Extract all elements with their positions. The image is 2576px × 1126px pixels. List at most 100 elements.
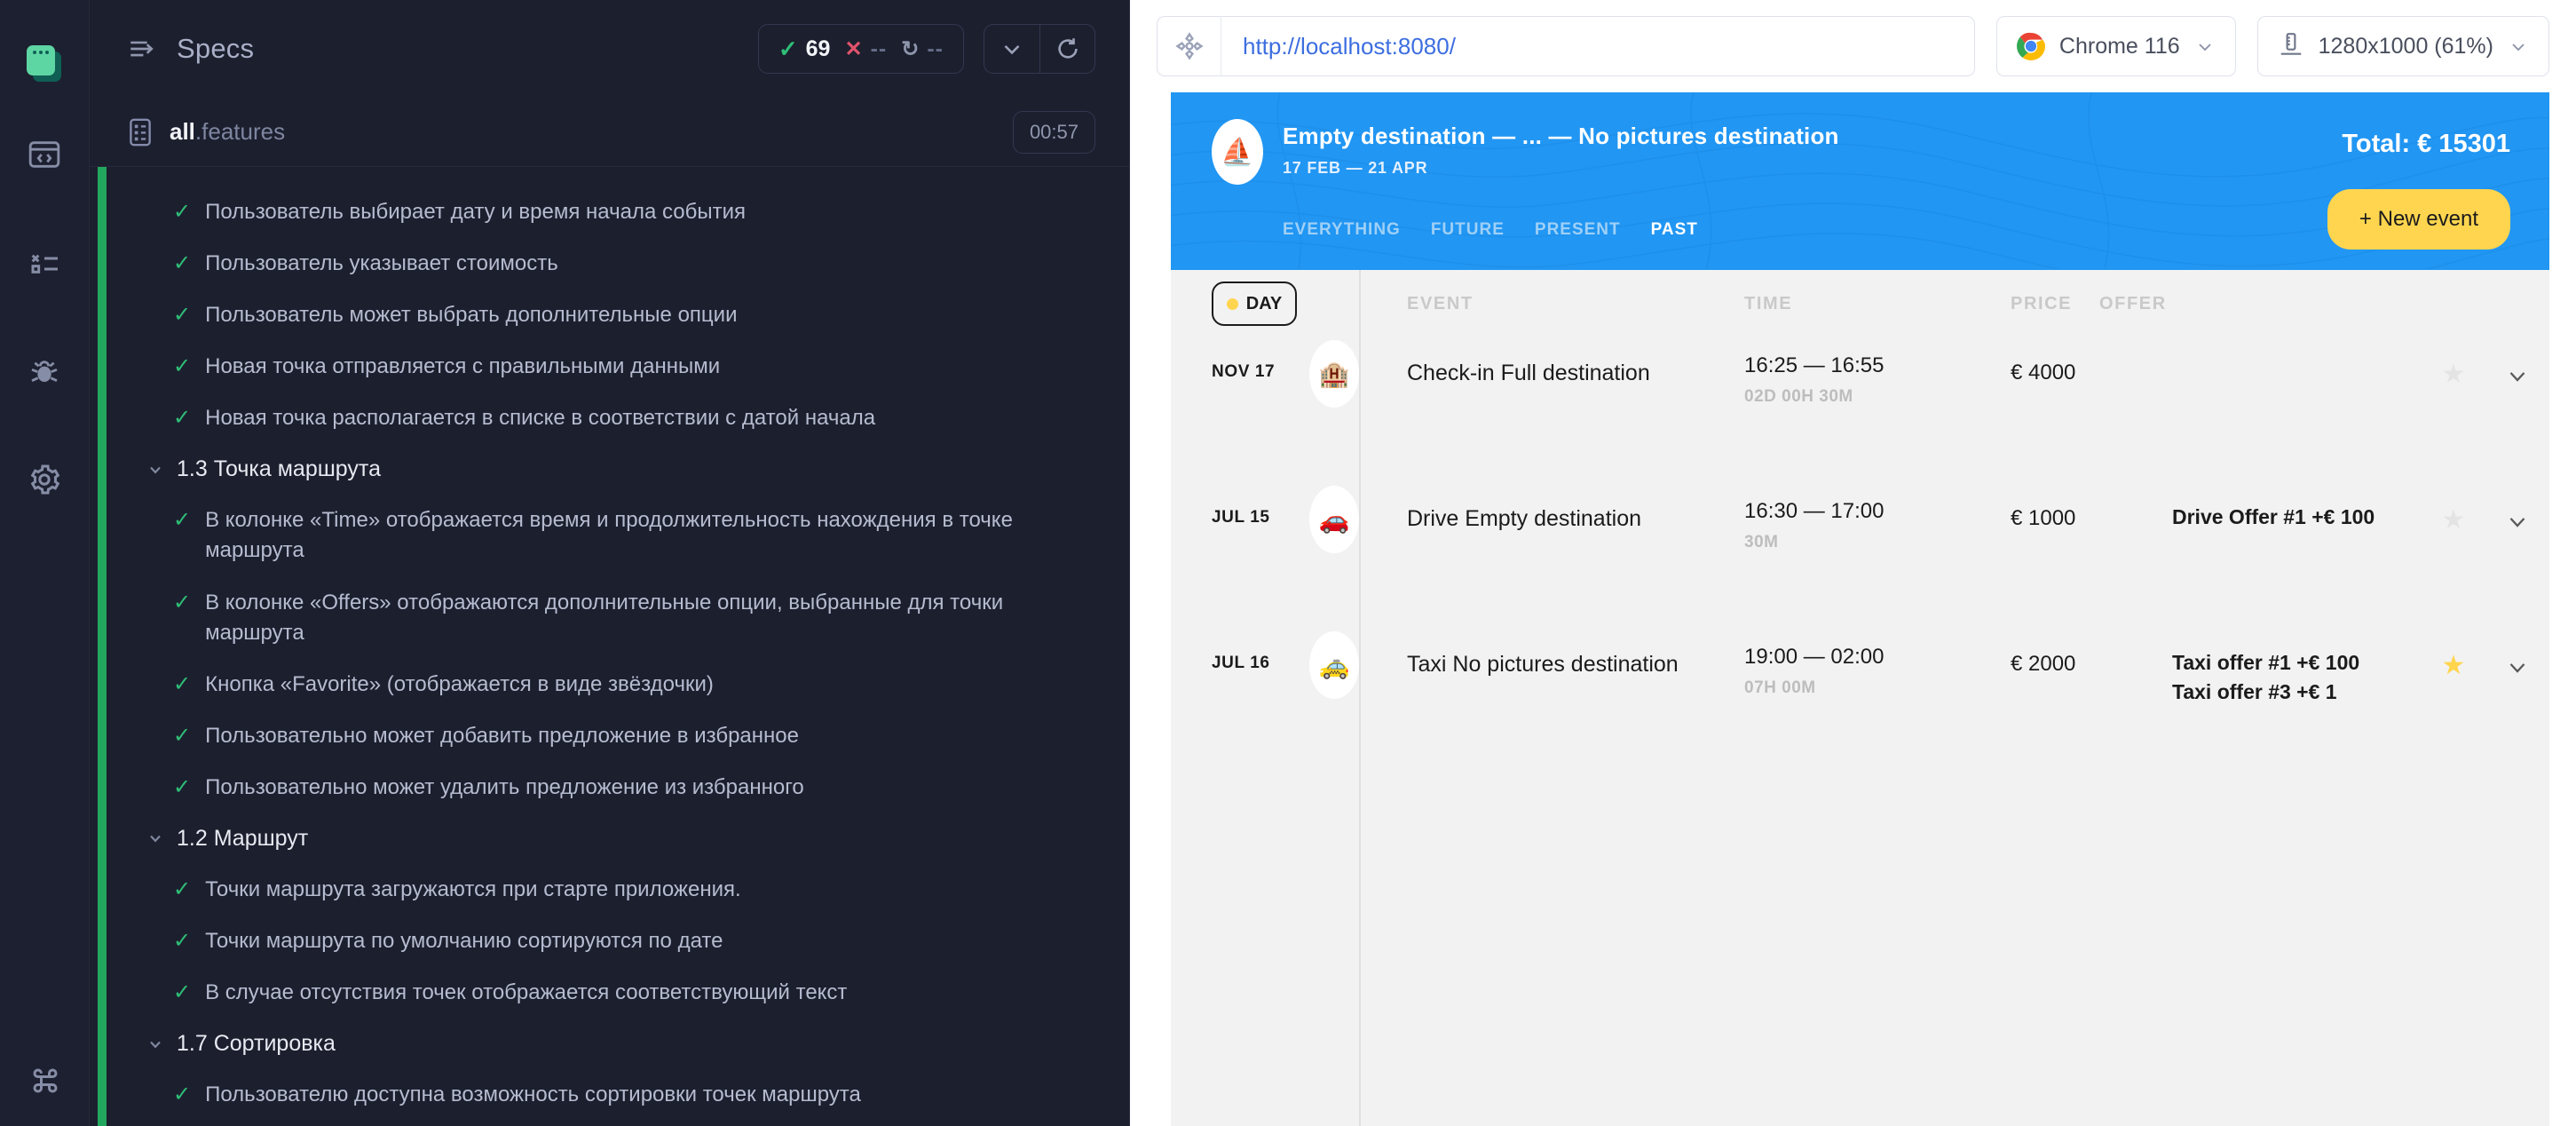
test-item[interactable]: ✓ Пользователь выбирает дату и время нача… <box>120 186 1094 238</box>
event-rows: NOV 17🏨Check-in Full destination16:25 — … <box>1171 337 2549 774</box>
gear-icon[interactable] <box>19 454 70 505</box>
event-price: € 2000 <box>2011 629 2099 677</box>
event-time: 16:30 — 17:0030M <box>1744 483 2011 552</box>
column-event[interactable]: EVENT <box>1407 294 1744 314</box>
chevron-down-icon <box>146 461 164 479</box>
trip-dates: 17 FEB — 21 APR <box>1283 159 1839 178</box>
app-logo[interactable] <box>0 18 90 107</box>
event-title[interactable]: Check-in Full destination <box>1407 337 1744 386</box>
check-icon: ✓ <box>173 978 191 1008</box>
event-date: JUL 16 <box>1212 629 1297 673</box>
browser-name: Chrome 116 <box>2059 34 2180 59</box>
favorite-star-icon[interactable]: ★ <box>2422 483 2485 535</box>
check-icon: ✓ <box>173 403 191 433</box>
event-row: NOV 17🏨Check-in Full destination16:25 — … <box>1171 337 2549 483</box>
favorite-star-icon[interactable]: ★ <box>2422 337 2485 390</box>
test-item[interactable]: ✓Пользователь может выбрать дополнительн… <box>120 289 1094 341</box>
event-type-icon: 🚕 <box>1309 631 1359 699</box>
test-section-label: 1.3 Точка маршрута <box>177 456 381 482</box>
test-item[interactable]: ✓ Новая точка располагается в списке в со… <box>120 393 1094 444</box>
event-price: € 1000 <box>2011 483 2099 531</box>
test-item[interactable]: ✓ В колонке «Time» отображается время и п… <box>120 495 1094 576</box>
column-time[interactable]: TIME <box>1744 294 2011 314</box>
command-key-icon[interactable] <box>20 1055 71 1106</box>
collapse-all-button[interactable] <box>984 25 1039 73</box>
target-icon[interactable] <box>1158 16 1221 76</box>
event-time-range: 19:00 — 02:00 <box>1744 645 2011 670</box>
menu-arrow-icon[interactable] <box>127 34 157 64</box>
test-item[interactable]: ✓В случае отсутствия точек отображается … <box>120 967 1094 1019</box>
column-offer[interactable]: OFFER <box>2099 294 2167 314</box>
event-time-range: 16:25 — 16:55 <box>1744 353 2011 378</box>
new-event-button[interactable]: + New event <box>2327 189 2510 250</box>
viewport-select[interactable]: 1280x1000 (61%) <box>2257 16 2549 76</box>
event-time: 19:00 — 02:0007H 00M <box>1744 629 2011 698</box>
test-item[interactable]: ✓Пользовательно может удалить предложени… <box>120 762 1094 813</box>
rendered-app: ⛵ Empty destination — ... — No pictures … <box>1171 92 2549 1126</box>
filter-tab-present[interactable]: PRESENT <box>1535 220 1621 240</box>
test-section-label: 1.2 Маршрут <box>177 826 308 852</box>
cross-icon: ✕ <box>844 36 862 62</box>
filter-tab-everything[interactable]: EVERYTHING <box>1283 220 1401 240</box>
running-count: -- <box>927 36 944 62</box>
event-duration: 30M <box>1744 533 2011 552</box>
rerun-button[interactable] <box>1039 25 1094 73</box>
event-row: JUL 16 🚕 Taxi No pictures destination19:00… <box>1171 629 2549 774</box>
filter-tab-future[interactable]: FUTURE <box>1431 220 1505 240</box>
event-title[interactable]: Drive Empty destination <box>1407 483 1744 532</box>
check-icon: ✓ <box>173 505 191 535</box>
expand-event-button[interactable] <box>2485 483 2549 535</box>
url-field[interactable]: http://localhost:8080/ <box>1157 16 1975 76</box>
icon-rail <box>0 0 90 1126</box>
test-item[interactable]: ✓Кнопка «Favorite» (отображается в виде … <box>120 659 1094 710</box>
viewport-size: 1280x1000 (61%) <box>2319 34 2493 59</box>
browser-select[interactable]: Chrome 116 <box>1996 16 2236 76</box>
feature-bar[interactable]: all.features 00:57 <box>90 98 1129 167</box>
favorite-star-icon[interactable]: ★ <box>2422 629 2485 681</box>
test-item[interactable]: ✓Пользователь указывает стоимость <box>120 238 1094 289</box>
event-title[interactable]: Taxi No pictures destination <box>1407 629 1744 678</box>
test-item-label: Новая точка отправляется с правильными д… <box>205 352 720 382</box>
test-stats: ✓ 69 ✕ -- ↻ -- <box>758 24 964 74</box>
test-item-label: В колонке «Time» отображается время и пр… <box>205 505 1094 566</box>
check-icon: ✓ <box>173 1080 191 1110</box>
browser-code-icon[interactable] <box>19 129 70 180</box>
table-header: DAY EVENT TIME PRICE OFFER <box>1171 270 2549 337</box>
specs-actions <box>984 24 1095 74</box>
check-icon: ✓ <box>173 926 191 956</box>
test-tree: ✓ Пользователь выбирает дату и время нача… <box>90 167 1129 1121</box>
feature-file-ext: .features <box>195 118 285 145</box>
url-text[interactable]: http://localhost:8080/ <box>1221 33 1477 60</box>
event-row: JUL 15🚗Drive Empty destination16:30 — 17… <box>1171 483 2549 629</box>
test-item[interactable]: ✓Точки маршрута загружаются при старте п… <box>120 864 1094 916</box>
chrome-icon <box>2017 32 2045 60</box>
bug-icon[interactable] <box>19 345 70 397</box>
test-item-label: Новая точка располагается в списке в соо… <box>205 403 875 433</box>
check-icon: ✓ <box>173 197 191 227</box>
event-offer: Taxi offer #1 +€ 100 <box>2172 648 2422 678</box>
test-item[interactable]: ✓Пользовательно может добавить предложен… <box>120 710 1094 762</box>
test-item[interactable]: ✓В колонке «Offers» отображаются дополни… <box>120 577 1094 659</box>
trip-header: ⛵ Empty destination — ... — No pictures … <box>1171 92 2549 270</box>
test-item-label: Пользователь выбирает дату и время начал… <box>205 197 746 227</box>
test-item[interactable]: ✓Новая точка отправляется с правильными … <box>120 341 1094 393</box>
test-item[interactable]: ✓Пользователю доступна возможность сорти… <box>120 1069 1094 1121</box>
failed-count: -- <box>871 36 888 62</box>
column-price[interactable]: PRICE <box>2011 294 2099 314</box>
test-list-icon[interactable] <box>19 237 70 289</box>
test-item-label: Пользовательно может удалить предложение… <box>205 773 804 803</box>
expand-event-button[interactable] <box>2485 629 2549 680</box>
test-section[interactable]: 1.3 Точка маршрута <box>120 444 1094 495</box>
events-board: DAY EVENT TIME PRICE OFFER NOV 17🏨Check-… <box>1171 270 2549 1126</box>
test-item[interactable]: ✓Точки маршрута по умолчанию сортируются… <box>120 916 1094 967</box>
file-icon <box>127 117 154 147</box>
expand-event-button[interactable] <box>2485 337 2549 389</box>
test-section[interactable]: 1.2 Маршрут <box>120 813 1094 864</box>
spinner-icon: ↻ <box>901 36 919 62</box>
event-offer: Drive Offer #1 +€ 100 <box>2172 503 2422 532</box>
test-item-label: Пользователь может выбрать дополнительны… <box>205 300 737 330</box>
filter-tab-past[interactable]: PAST <box>1651 220 1698 240</box>
test-item-label: Точки маршрута загружаются при старте пр… <box>205 875 741 905</box>
sort-day-button[interactable]: DAY <box>1212 282 1297 326</box>
test-section[interactable]: 1.7 Сортировка <box>120 1019 1094 1069</box>
